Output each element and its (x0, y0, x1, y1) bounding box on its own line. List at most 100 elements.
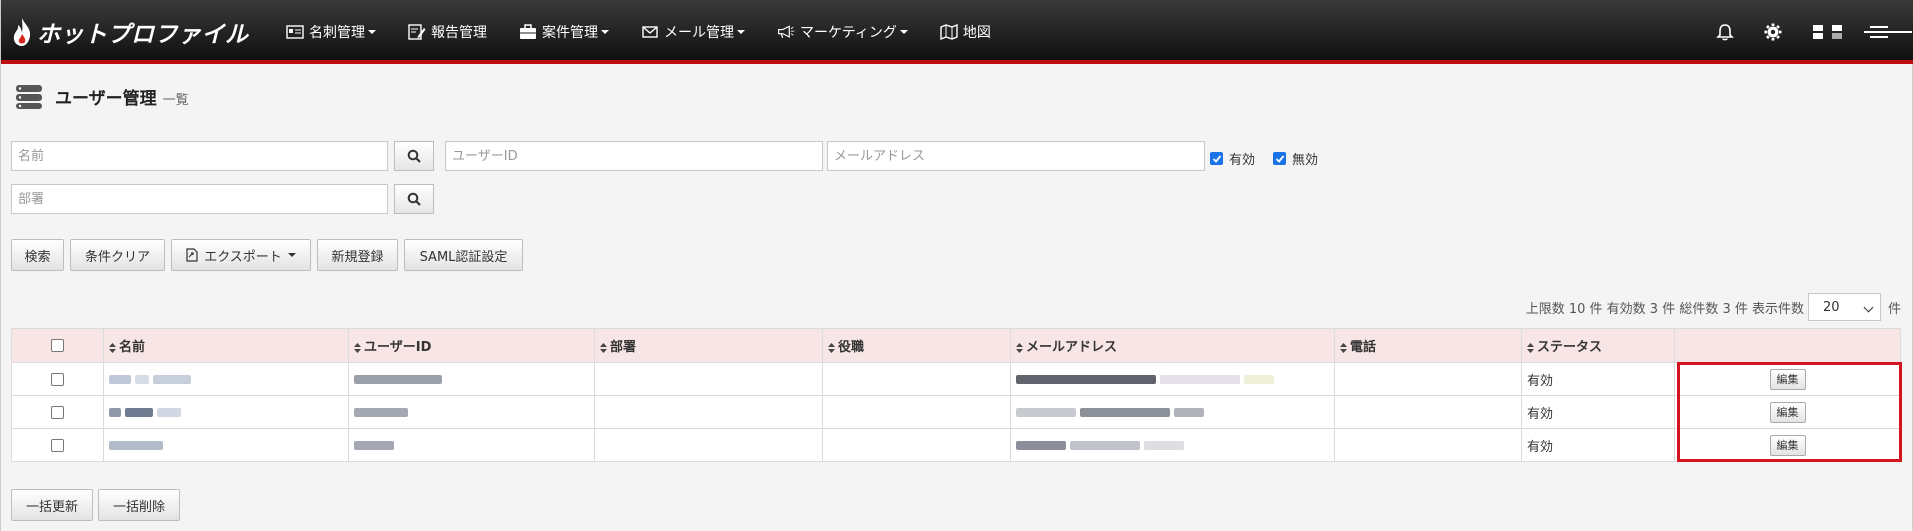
status-cell: 有効 (1521, 395, 1675, 429)
bulk-update-button[interactable]: 一括更新 (11, 489, 93, 521)
edit-button[interactable]: 編集 (1769, 401, 1806, 423)
select-all-cell[interactable] (11, 328, 104, 363)
table-row: 有効 編集 (11, 395, 1901, 429)
nav-item-mail[interactable]: メール管理 (641, 22, 745, 42)
notification-bell-icon[interactable] (1716, 23, 1734, 41)
report-icon (408, 24, 426, 40)
flame-icon (13, 18, 31, 46)
row-select-cell[interactable] (11, 395, 104, 429)
row-select-cell[interactable] (11, 428, 104, 462)
table-row: 有効 編集 (11, 362, 1901, 396)
checkbox-checked-icon (1273, 152, 1286, 165)
name-cell[interactable] (103, 428, 349, 462)
column-header-phone[interactable]: 電話 (1334, 328, 1522, 363)
checkbox-checked-icon (1210, 152, 1223, 165)
edit-button[interactable]: 編集 (1769, 434, 1806, 456)
header-label: ステータス (1537, 340, 1603, 355)
department-input[interactable] (11, 184, 388, 214)
apps-grid-icon[interactable] (1812, 23, 1844, 41)
inactive-label: 無効 (1292, 153, 1319, 168)
header-label: 部署 (610, 340, 637, 355)
name-cell[interactable] (103, 395, 349, 429)
app-logo[interactable]: ホットプロファイル (11, 14, 249, 50)
page-subtitle: 一覧 (162, 93, 189, 108)
top-navbar: ホットプロファイル 名刺管理 報告管理 案件管理 メール管理 マーケティング 地… (1, 0, 1913, 64)
page-size-select[interactable]: 20 (1808, 293, 1881, 321)
caret-down-icon (899, 30, 908, 34)
redacted-text (1070, 440, 1141, 450)
logo-text: ホットプロファイル (37, 22, 249, 48)
sort-icon (600, 342, 607, 353)
column-header-name[interactable]: 名前 (103, 328, 349, 363)
column-header-position[interactable]: 役職 (822, 328, 1011, 363)
name-cell[interactable] (103, 362, 349, 396)
email-input[interactable] (827, 141, 1205, 171)
name-search-button[interactable] (394, 141, 434, 171)
column-header-userid[interactable]: ユーザーID (348, 328, 595, 363)
redacted-text (109, 440, 163, 450)
row-checkbox[interactable] (51, 438, 64, 452)
active-label: 有効 (1229, 153, 1256, 168)
nav-label: 地図 (962, 25, 991, 41)
actions-cell: 編集 (1674, 362, 1901, 396)
record-summary: 上限数 10 件 有効数 3 件 総件数 3 件 表示件数 (1525, 302, 1804, 317)
table-row: 有効 編集 (11, 428, 1901, 462)
redacted-text (135, 374, 150, 384)
nav-item-reports[interactable]: 報告管理 (408, 22, 487, 42)
phone-cell (1334, 428, 1522, 462)
caret-down-icon (368, 30, 376, 34)
sort-icon (109, 342, 116, 353)
nav-label: マーケティング (800, 25, 897, 41)
nav-label: 名刺管理 (309, 25, 365, 41)
redacted-text (109, 407, 121, 417)
active-checkbox[interactable]: 有効 (1210, 149, 1255, 168)
user-menu-icon[interactable] (1862, 23, 1913, 41)
caret-down-icon (737, 30, 745, 34)
userid-input[interactable] (445, 141, 823, 171)
redacted-text (354, 374, 442, 384)
nav-label: メール管理 (664, 25, 734, 41)
row-select-cell[interactable] (11, 362, 104, 396)
row-checkbox[interactable] (51, 372, 64, 386)
column-header-actions (1674, 328, 1901, 363)
department-cell (594, 395, 823, 429)
header-label: 名前 (119, 340, 146, 355)
redacted-text (1244, 374, 1275, 384)
export-label: エクスポート (204, 249, 282, 265)
page-title: ユーザー管理 (55, 89, 157, 109)
edit-button[interactable]: 編集 (1769, 368, 1806, 390)
bulk-delete-button[interactable]: 一括削除 (98, 489, 180, 521)
email-cell (1010, 428, 1335, 462)
search-button[interactable]: 検索 (11, 239, 64, 271)
inactive-checkbox[interactable]: 無効 (1273, 149, 1318, 168)
gear-icon[interactable] (1764, 23, 1782, 41)
card-icon (286, 25, 304, 39)
department-search-button[interactable] (394, 184, 434, 214)
nav-label: 報告管理 (431, 25, 487, 41)
column-header-department[interactable]: 部署 (594, 328, 823, 363)
search-icon (407, 192, 421, 206)
userid-cell (348, 428, 595, 462)
nav-item-map[interactable]: 地図 (940, 22, 991, 42)
department-cell (594, 428, 823, 462)
new-user-button[interactable]: 新規登録 (317, 239, 398, 271)
column-header-status[interactable]: ステータス (1521, 328, 1675, 363)
column-header-email[interactable]: メールアドレス (1010, 328, 1335, 363)
saml-settings-button[interactable]: SAML認証設定 (404, 239, 523, 271)
megaphone-icon (778, 25, 795, 38)
nav-item-deals[interactable]: 案件管理 (519, 22, 609, 42)
clear-conditions-button[interactable]: 条件クリア (70, 239, 165, 271)
export-button[interactable]: エクスポート (171, 239, 311, 271)
redacted-text (157, 407, 182, 417)
userid-cell (348, 362, 595, 396)
table-header-row: 名前 ユーザーID 部署 役職 メールアドレス 電話 ステータス (11, 328, 1901, 363)
name-input[interactable] (11, 141, 388, 171)
page-header: ユーザー管理 一覧 (15, 84, 189, 110)
actions-cell: 編集 (1674, 428, 1901, 462)
nav-item-business-cards[interactable]: 名刺管理 (286, 22, 376, 42)
select-all-checkbox[interactable] (51, 339, 64, 352)
search-icon (407, 149, 421, 163)
userid-cell (348, 395, 595, 429)
row-checkbox[interactable] (51, 405, 64, 419)
nav-item-marketing[interactable]: マーケティング (777, 22, 908, 42)
